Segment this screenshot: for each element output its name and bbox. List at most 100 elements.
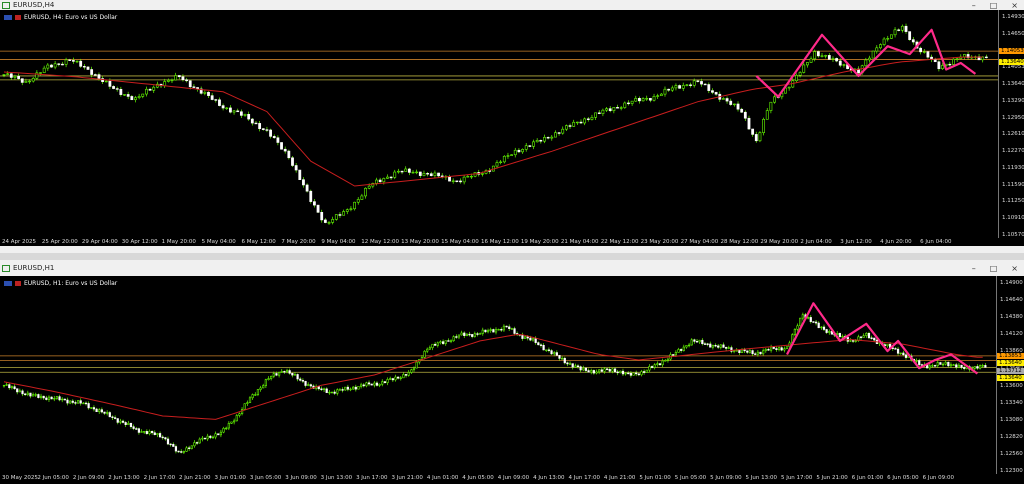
candle xyxy=(820,326,823,330)
bull-candle-body xyxy=(34,394,37,396)
candle xyxy=(627,100,630,106)
bear-candle-body xyxy=(87,403,90,409)
bull-candle-body xyxy=(69,400,72,404)
bull-candle-body xyxy=(389,378,392,380)
candle xyxy=(166,78,170,83)
window-titlebar[interactable]: EURUSD,H4 – □ × xyxy=(0,0,1024,10)
price-tick-label: 1.11930 xyxy=(1002,164,1024,171)
price-tag-label: 1.13640 xyxy=(997,359,1024,366)
candle xyxy=(817,321,820,329)
window-titlebar[interactable]: EURUSD,H1 – □ × xyxy=(0,263,1024,273)
chart-window-h1[interactable]: EURUSD,H1 – □ × EURUSD, H1: Euro vs US D… xyxy=(0,263,1024,484)
candle xyxy=(74,400,77,406)
bear-candle-body xyxy=(108,80,112,87)
bear-candle-body xyxy=(181,76,185,81)
bull-candle-body xyxy=(248,397,252,403)
candle xyxy=(812,321,815,323)
candle xyxy=(759,351,762,355)
candle xyxy=(701,338,704,346)
candle xyxy=(717,344,720,349)
candle xyxy=(719,344,722,350)
candle xyxy=(537,341,540,346)
bear-candle-body xyxy=(643,371,646,373)
candle xyxy=(137,93,141,100)
bear-candle-body xyxy=(976,366,979,369)
time-tick-label: 2 Jun 21:00 xyxy=(179,475,211,481)
bear-candle-body xyxy=(135,428,138,430)
price-axis-h1[interactable]: 1.14900 1.14640 1.14380 1.14120 1.13860 1.136… xyxy=(996,276,1024,474)
close-button[interactable]: × xyxy=(1011,1,1018,10)
bear-candle-body xyxy=(838,333,841,337)
candle xyxy=(568,123,572,129)
candle xyxy=(444,340,447,346)
bear-candle-body xyxy=(492,329,495,333)
bull-candle-body xyxy=(532,141,535,147)
bull-candle-body xyxy=(386,379,389,384)
candle xyxy=(13,74,17,80)
candle xyxy=(232,110,236,115)
bear-candle-body xyxy=(933,59,937,63)
candlestick-plot[interactable] xyxy=(0,10,998,238)
candle xyxy=(868,55,871,63)
time-tick-label: 4 Jun 13:00 xyxy=(533,475,565,481)
candle xyxy=(601,108,605,117)
bull-candle-body xyxy=(957,364,961,368)
bull-candle-body xyxy=(76,400,80,404)
bear-candle-body xyxy=(605,368,609,370)
candle xyxy=(561,126,565,135)
bear-candle-body xyxy=(563,357,566,364)
candle xyxy=(45,395,48,401)
bull-candle-body xyxy=(123,94,126,96)
maximize-button[interactable]: □ xyxy=(990,264,998,273)
candle xyxy=(740,107,744,113)
bull-candle-body xyxy=(543,137,546,142)
price-chart-h1[interactable]: EURUSD, H1: Euro vs US Dollar xyxy=(0,276,996,474)
time-tick-label: 5 Jun 09:00 xyxy=(710,475,742,481)
bear-candle-body xyxy=(638,98,641,102)
candle xyxy=(181,74,185,82)
candle xyxy=(656,93,660,99)
candle xyxy=(426,347,429,354)
bear-candle-body xyxy=(637,373,640,376)
candle xyxy=(553,351,556,357)
price-tick-label: 1.13290 xyxy=(1002,97,1024,104)
bear-candle-body xyxy=(678,85,681,89)
candle xyxy=(320,386,323,391)
bull-candle-body xyxy=(762,350,765,355)
bear-candle-body xyxy=(448,176,451,182)
minimize-button[interactable]: – xyxy=(972,1,976,10)
candle xyxy=(320,209,324,223)
bull-candle-body xyxy=(193,442,196,447)
candle xyxy=(635,370,638,377)
bull-candle-body xyxy=(233,420,236,423)
bear-candle-body xyxy=(960,364,963,368)
candle xyxy=(484,329,487,334)
candle xyxy=(674,83,678,91)
candle xyxy=(235,413,238,422)
bull-candle-body xyxy=(47,396,51,400)
price-chart-h4[interactable]: EURUSD, H4: Euro vs US Dollar xyxy=(0,10,998,238)
close-button[interactable]: × xyxy=(1011,264,1018,273)
bear-candle-body xyxy=(948,63,952,66)
candlestick-plot[interactable] xyxy=(0,276,996,474)
price-axis-h4[interactable]: 1.149301.146501.143701.140531.136401.132… xyxy=(998,10,1024,238)
candle xyxy=(605,368,609,371)
bull-candle-body xyxy=(634,98,638,102)
chart-window-h4[interactable]: EURUSD,H4 – □ × EURUSD, H4: Euro vs US D… xyxy=(0,0,1024,246)
candle xyxy=(386,174,389,179)
candle xyxy=(645,95,649,101)
candle xyxy=(195,441,199,445)
candle xyxy=(250,118,254,126)
bull-candle-body xyxy=(42,67,46,73)
maximize-button[interactable]: □ xyxy=(990,1,998,10)
candle xyxy=(747,115,751,130)
candle xyxy=(859,336,863,340)
candle xyxy=(667,88,671,92)
bull-candle-body xyxy=(740,349,744,353)
minimize-button[interactable]: – xyxy=(972,264,976,273)
candle xyxy=(608,106,612,113)
bear-candle-body xyxy=(111,416,114,418)
bear-candle-body xyxy=(16,388,19,393)
bear-candle-body xyxy=(207,91,210,96)
bull-candle-body xyxy=(90,407,93,409)
